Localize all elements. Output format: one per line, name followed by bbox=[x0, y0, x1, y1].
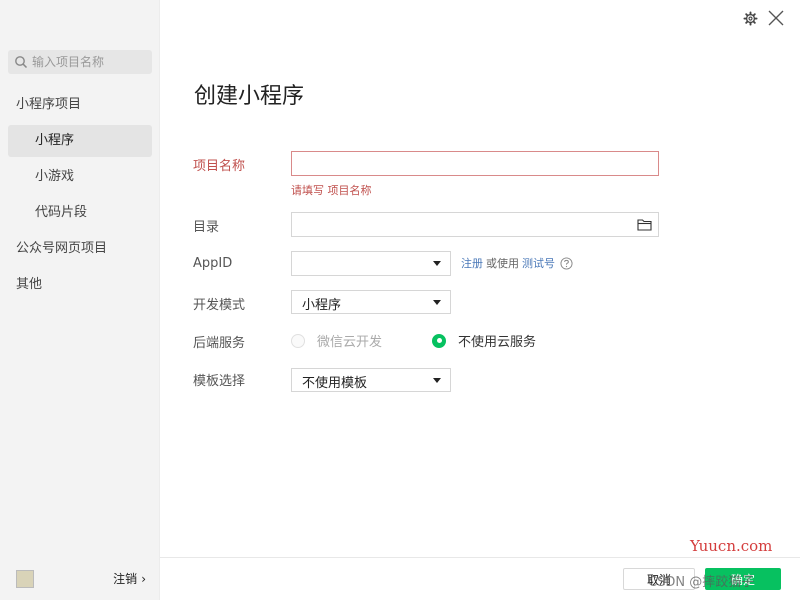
project-name-input[interactable] bbox=[292, 152, 658, 175]
sidebar: 小程序项目 小程序 小游戏 代码片段 公众号网页项目 其他 注销› bbox=[0, 0, 160, 600]
radio-no-cloud-label: 不使用云服务 bbox=[458, 335, 537, 350]
template-value: 不使用模板 bbox=[302, 376, 368, 391]
directory-field[interactable] bbox=[291, 212, 659, 237]
project-name-field[interactable] bbox=[291, 151, 659, 176]
backend-label: 后端服务 bbox=[193, 336, 246, 351]
avatar[interactable] bbox=[16, 570, 34, 588]
watermark-site: Yuucn.com bbox=[690, 537, 773, 555]
gear-icon[interactable] bbox=[743, 11, 758, 26]
template-label: 模板选择 bbox=[193, 374, 246, 389]
page-title: 创建小程序 bbox=[194, 84, 305, 109]
sidebar-item-miniprogram-project[interactable]: 小程序项目 bbox=[8, 89, 152, 121]
radio-cloud-dev[interactable]: 微信云开发 bbox=[291, 331, 382, 350]
folder-icon[interactable] bbox=[637, 218, 652, 231]
or-use-text: 或使用 bbox=[486, 257, 519, 270]
project-name-error: 请填写 项目名称 bbox=[291, 184, 372, 197]
search-icon bbox=[15, 56, 28, 69]
close-icon[interactable] bbox=[767, 9, 785, 27]
register-link[interactable]: 注册 bbox=[461, 255, 483, 271]
sidebar-item-minigame[interactable]: 小游戏 bbox=[8, 161, 152, 193]
watermark-csdn: CSDN @摔跤猫子 bbox=[648, 575, 755, 590]
radio-circle bbox=[291, 333, 305, 348]
appid-links: 注册 或使用 测试号 bbox=[461, 255, 573, 271]
radio-no-cloud[interactable]: 不使用云服务 bbox=[432, 331, 536, 350]
sidebar-item-code-snippet[interactable]: 代码片段 bbox=[8, 197, 152, 229]
caret-down-icon bbox=[433, 261, 441, 266]
radio-cloud-dev-label: 微信云开发 bbox=[317, 335, 383, 350]
test-account-link[interactable]: 测试号 bbox=[522, 255, 555, 271]
appid-label: AppID bbox=[193, 256, 233, 271]
caret-down-icon bbox=[433, 300, 441, 305]
appid-select[interactable] bbox=[291, 251, 451, 276]
dev-mode-select[interactable]: 小程序 bbox=[291, 290, 451, 314]
project-search-input[interactable] bbox=[32, 55, 142, 69]
project-name-label: 项目名称 bbox=[193, 159, 246, 174]
directory-label: 目录 bbox=[193, 220, 220, 235]
help-icon[interactable] bbox=[560, 256, 573, 270]
chevron-right-icon: › bbox=[141, 572, 146, 586]
logout-button[interactable]: 注销 › bbox=[113, 570, 146, 587]
radio-circle-checked bbox=[432, 333, 446, 348]
sidebar-item-other[interactable]: 其他 bbox=[8, 269, 152, 301]
caret-down-icon bbox=[433, 378, 441, 383]
sidebar-item-miniprogram[interactable]: 小程序 bbox=[8, 125, 152, 157]
directory-input[interactable] bbox=[292, 213, 658, 236]
dev-mode-value: 小程序 bbox=[302, 298, 342, 313]
sidebar-item-official-account[interactable]: 公众号网页项目 bbox=[8, 233, 152, 265]
template-select[interactable]: 不使用模板 bbox=[291, 368, 451, 392]
dev-mode-label: 开发模式 bbox=[193, 298, 246, 313]
project-search[interactable] bbox=[8, 50, 152, 74]
logout-label: 注销 bbox=[113, 572, 138, 586]
sidebar-bottom: 注销 › bbox=[0, 558, 160, 600]
